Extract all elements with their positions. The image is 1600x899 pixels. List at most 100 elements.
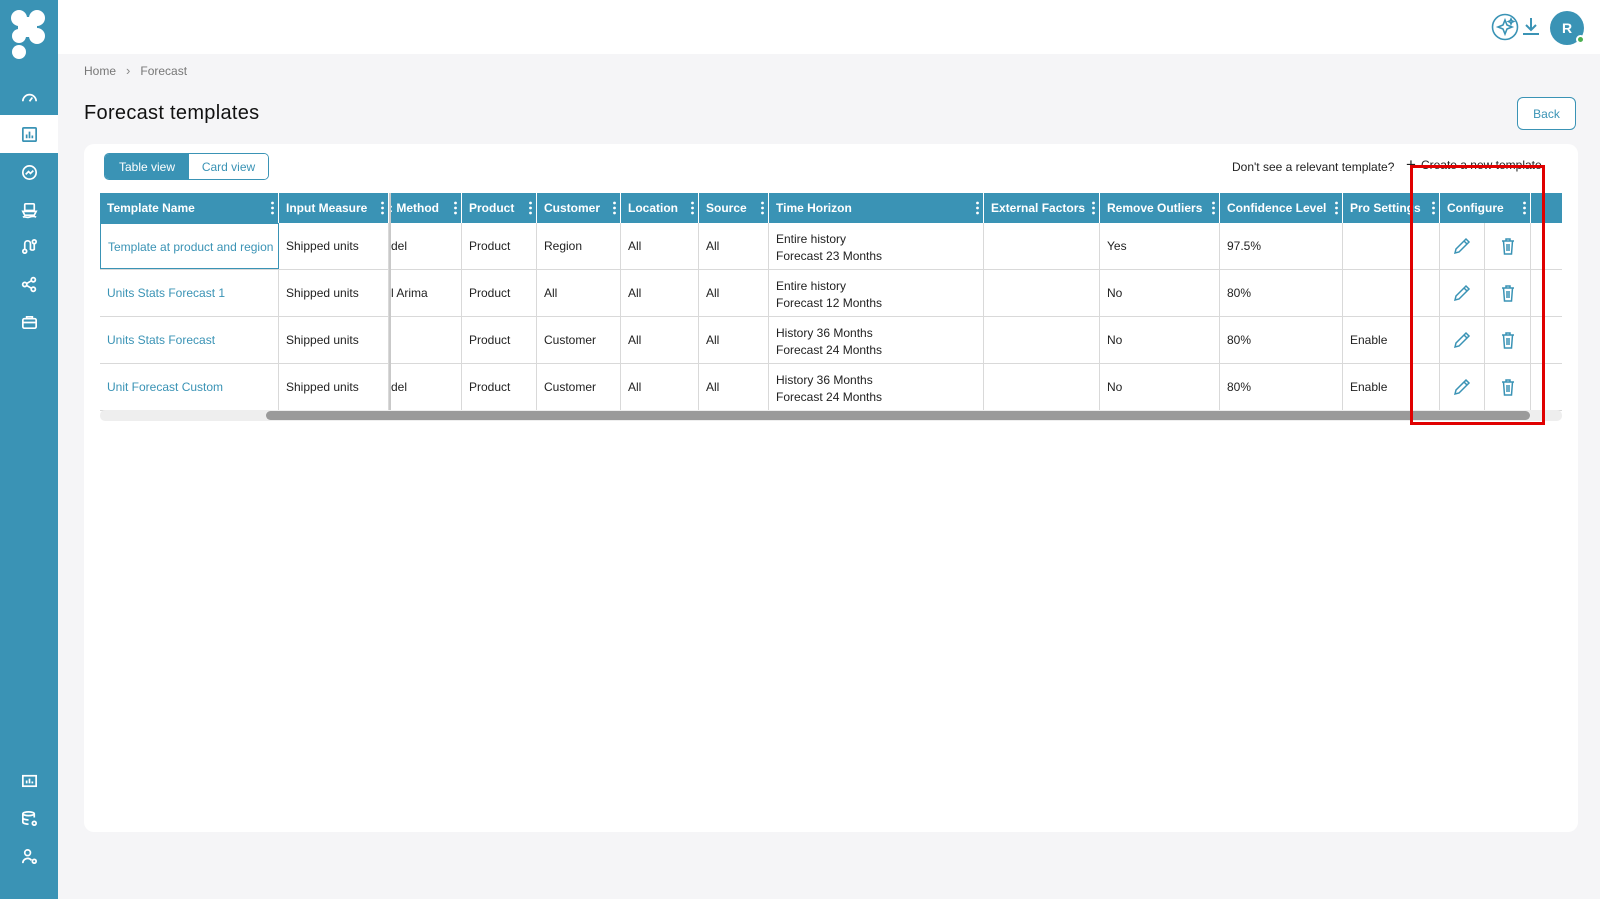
location-cell: All bbox=[621, 364, 699, 410]
col-template-name[interactable]: Template Name bbox=[100, 193, 279, 223]
pinned-column-divider bbox=[389, 193, 391, 410]
table-row[interactable]: Units Stats Forecast Shipped units Produ… bbox=[100, 317, 1562, 364]
template-name-cell[interactable]: Template at product and region bbox=[100, 223, 279, 269]
col-time-horizon[interactable]: Time Horizon bbox=[769, 193, 984, 223]
back-button[interactable]: Back bbox=[1517, 97, 1576, 130]
column-menu-icon[interactable] bbox=[454, 201, 457, 215]
col-product[interactable]: Product bbox=[462, 193, 537, 223]
nav-shipping[interactable] bbox=[0, 190, 58, 228]
column-menu-icon[interactable] bbox=[1212, 201, 1215, 215]
templates-card: Table view Card view Don't see a relevan… bbox=[84, 144, 1578, 832]
table-view-tab[interactable]: Table view bbox=[105, 154, 189, 179]
location-cell: All bbox=[621, 270, 699, 316]
ship-icon bbox=[20, 202, 38, 218]
table-row[interactable]: Template at product and region Shipped u… bbox=[100, 223, 1562, 270]
customer-cell: Customer bbox=[537, 364, 621, 410]
nav-trends[interactable] bbox=[0, 153, 58, 191]
column-menu-icon[interactable] bbox=[613, 201, 616, 215]
customer-cell: Region bbox=[537, 223, 621, 269]
method-cell: del bbox=[389, 223, 462, 269]
col-source[interactable]: Source bbox=[699, 193, 769, 223]
nav-analytics[interactable] bbox=[0, 761, 58, 799]
col-method[interactable]: : Method bbox=[389, 193, 462, 223]
column-menu-icon[interactable] bbox=[691, 201, 694, 215]
nav-briefcase[interactable] bbox=[0, 303, 58, 341]
col-location[interactable]: Location bbox=[621, 193, 699, 223]
sidebar bbox=[0, 0, 58, 899]
horizontal-scrollbar-thumb[interactable] bbox=[266, 411, 1530, 420]
external-factors-cell bbox=[984, 317, 1100, 363]
remove-outliers-cell: No bbox=[1100, 317, 1220, 363]
location-cell: All bbox=[621, 317, 699, 363]
col-remove-outliers[interactable]: Remove Outliers bbox=[1100, 193, 1220, 223]
analytics-icon bbox=[21, 774, 37, 787]
app-logo[interactable] bbox=[9, 6, 49, 62]
avatar-initial: R bbox=[1561, 20, 1573, 36]
template-hint-text: Don't see a relevant template? bbox=[1232, 160, 1395, 174]
column-menu-icon[interactable] bbox=[761, 201, 764, 215]
column-menu-icon[interactable] bbox=[1092, 201, 1095, 215]
confidence-level-cell: 80% bbox=[1220, 317, 1343, 363]
source-cell: All bbox=[699, 270, 769, 316]
source-cell: All bbox=[699, 317, 769, 363]
external-factors-cell bbox=[984, 270, 1100, 316]
col-confidence-level[interactable]: Confidence Level bbox=[1220, 193, 1343, 223]
download-button[interactable] bbox=[1516, 12, 1546, 42]
download-icon bbox=[1523, 18, 1539, 35]
customer-cell: All bbox=[537, 270, 621, 316]
column-menu-icon[interactable] bbox=[1335, 201, 1338, 215]
external-factors-cell bbox=[984, 364, 1100, 410]
source-cell: All bbox=[699, 364, 769, 410]
col-input-measure[interactable]: Input Measure bbox=[279, 193, 389, 223]
template-name-cell[interactable]: Unit Forecast Custom bbox=[100, 364, 279, 410]
nav-forecast[interactable] bbox=[0, 115, 58, 153]
briefcase-icon bbox=[21, 315, 37, 329]
nav-database-settings[interactable] bbox=[0, 799, 58, 837]
method-cell bbox=[389, 317, 462, 363]
column-menu-icon[interactable] bbox=[529, 201, 532, 215]
network-icon bbox=[21, 276, 36, 292]
configure-column-highlight bbox=[1410, 165, 1545, 425]
template-name-cell[interactable]: Units Stats Forecast bbox=[100, 317, 279, 363]
input-measure-cell: Shipped units bbox=[279, 317, 389, 363]
breadcrumb-home[interactable]: Home bbox=[84, 64, 116, 78]
column-menu-icon[interactable] bbox=[976, 201, 979, 215]
remove-outliers-cell: Yes bbox=[1100, 223, 1220, 269]
route-icon bbox=[21, 238, 37, 254]
time-horizon-cell: Entire history Forecast 23 Months bbox=[769, 223, 984, 269]
page-title: Forecast templates bbox=[84, 102, 260, 124]
column-menu-icon[interactable] bbox=[271, 201, 274, 215]
time-horizon-cell: History 36 Months Forecast 24 Months bbox=[769, 364, 984, 410]
method-cell: del bbox=[389, 364, 462, 410]
template-name-cell[interactable]: Units Stats Forecast 1 bbox=[100, 270, 279, 316]
chart-report-icon bbox=[21, 126, 37, 142]
user-settings-icon bbox=[21, 848, 37, 864]
dashboard-gauge-icon bbox=[21, 93, 37, 102]
time-horizon-cell: History 36 Months Forecast 24 Months bbox=[769, 317, 984, 363]
nav-user-settings[interactable] bbox=[0, 837, 58, 875]
product-cell: Product bbox=[462, 317, 537, 363]
remove-outliers-cell: No bbox=[1100, 364, 1220, 410]
col-external-factors[interactable]: External Factors bbox=[984, 193, 1100, 223]
nav-dashboard[interactable] bbox=[0, 78, 58, 116]
trend-circle-icon bbox=[21, 164, 37, 180]
table-row[interactable]: Units Stats Forecast 1 Shipped units l A… bbox=[100, 270, 1562, 317]
view-toggle: Table view Card view bbox=[104, 153, 269, 180]
table-row[interactable]: Unit Forecast Custom Shipped units del P… bbox=[100, 364, 1562, 411]
nav-routes[interactable] bbox=[0, 227, 58, 265]
nav-network[interactable] bbox=[0, 265, 58, 303]
breadcrumb-forecast[interactable]: Forecast bbox=[140, 64, 187, 78]
remove-outliers-cell: No bbox=[1100, 270, 1220, 316]
location-cell: All bbox=[621, 223, 699, 269]
method-cell: l Arima bbox=[389, 270, 462, 316]
online-status-dot bbox=[1576, 35, 1585, 44]
templates-table: Template Name Input Measure : Method Pro… bbox=[100, 193, 1562, 423]
table-header: Template Name Input Measure : Method Pro… bbox=[100, 193, 1562, 223]
product-cell: Product bbox=[462, 270, 537, 316]
col-customer[interactable]: Customer bbox=[537, 193, 621, 223]
sparkle-icon bbox=[1491, 13, 1519, 41]
product-cell: Product bbox=[462, 364, 537, 410]
card-view-tab[interactable]: Card view bbox=[189, 154, 268, 179]
product-cell: Product bbox=[462, 223, 537, 269]
column-menu-icon[interactable] bbox=[381, 201, 384, 215]
